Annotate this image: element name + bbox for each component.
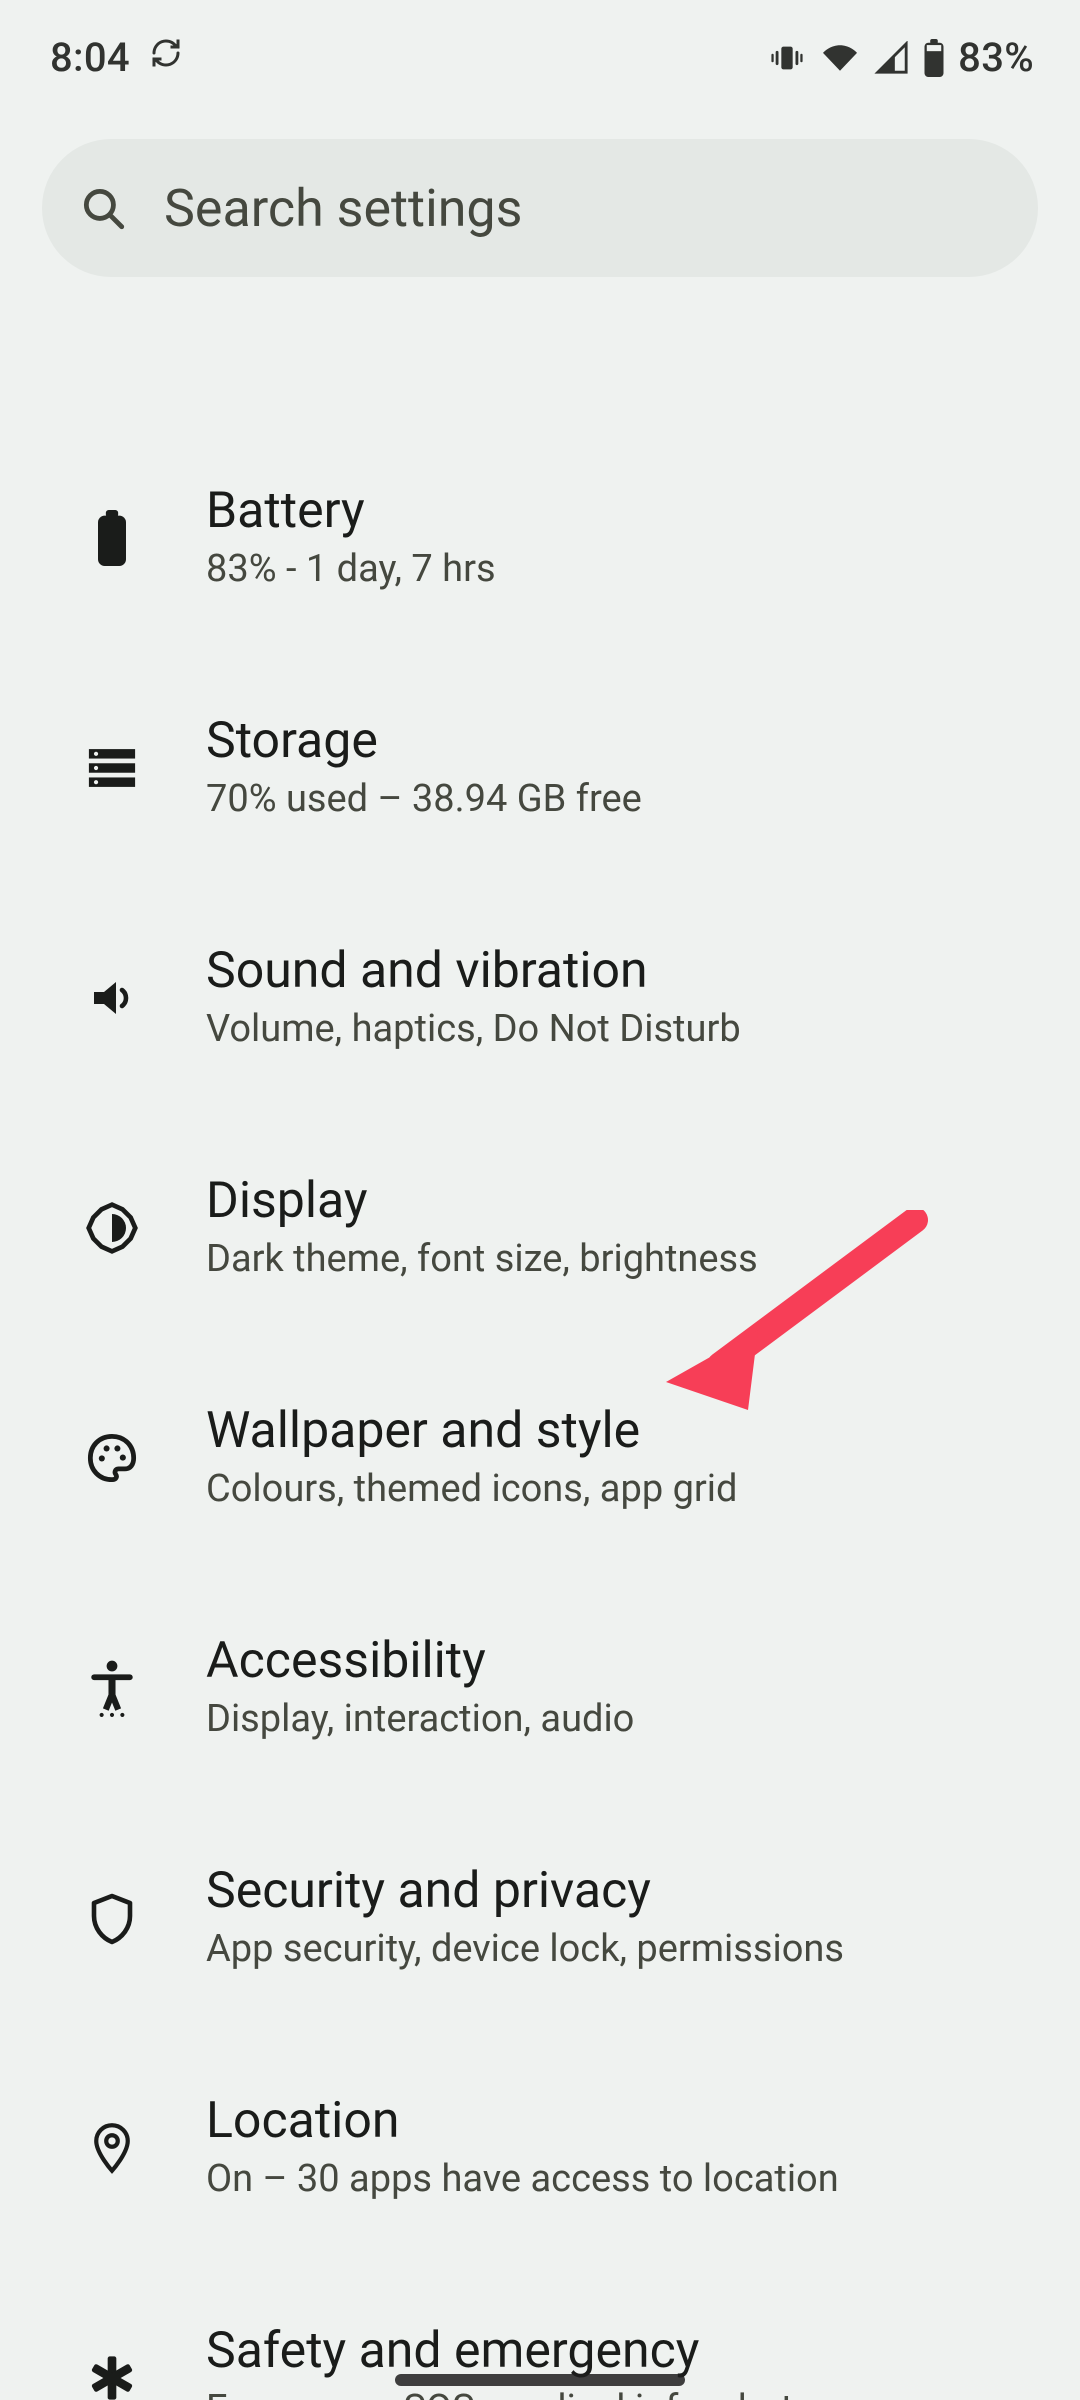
status-right: 83% [768,34,1034,81]
emergency-icon [82,2348,142,2400]
search-icon [78,183,128,233]
battery-icon [922,39,946,77]
palette-icon [82,1428,142,1488]
setting-title: Display [206,1173,758,1231]
status-left: 8:04 [50,34,184,81]
search-placeholder: Search settings [164,178,522,239]
setting-subtitle: Display, interaction, audio [206,1696,634,1744]
setting-subtitle: Emergency SOS, medical info, alerts [206,2386,813,2400]
setting-title: Accessibility [206,1633,634,1691]
setting-item-storage[interactable]: Storage 70% used – 38.94 GB free [0,653,1080,883]
setting-subtitle: Volume, haptics, Do Not Disturb [206,1006,741,1054]
setting-title: Location [206,2093,839,2151]
setting-title: Battery [206,483,496,541]
setting-item-wallpaper[interactable]: Wallpaper and style Colours, themed icon… [0,1343,1080,1573]
setting-title: Sound and vibration [206,943,741,1001]
vibrate-icon [768,41,806,75]
settings-list: Battery 83% - 1 day, 7 hrs Storage 70% u… [0,423,1080,2400]
status-time: 8:04 [50,34,130,81]
setting-title: Wallpaper and style [206,1403,737,1461]
search-container: Search settings [42,139,1038,277]
setting-subtitle: Dark theme, font size, brightness [206,1236,758,1284]
shield-icon [82,1888,142,1948]
sound-icon [82,968,142,1028]
setting-title: Security and privacy [206,1863,844,1921]
setting-subtitle: On – 30 apps have access to location [206,2156,839,2204]
status-battery-pct: 83% [958,34,1034,81]
setting-item-security[interactable]: Security and privacy App security, devic… [0,1803,1080,2033]
gesture-bar [395,2374,685,2386]
setting-subtitle: 70% used – 38.94 GB free [206,776,642,824]
setting-subtitle: Colours, themed icons, app grid [206,1466,737,1514]
storage-icon [82,738,142,798]
location-icon [82,2118,142,2178]
setting-item-location[interactable]: Location On – 30 apps have access to loc… [0,2033,1080,2263]
setting-subtitle: App security, device lock, permissions [206,1926,844,1974]
wifi-icon [818,41,862,75]
setting-item-battery[interactable]: Battery 83% - 1 day, 7 hrs [0,423,1080,653]
display-icon [82,1198,142,1258]
status-bar: 8:04 [0,0,1080,81]
setting-title: Storage [206,713,642,771]
setting-subtitle: 83% - 1 day, 7 hrs [206,546,496,594]
setting-item-sound[interactable]: Sound and vibration Volume, haptics, Do … [0,883,1080,1113]
setting-item-accessibility[interactable]: Accessibility Display, interaction, audi… [0,1573,1080,1803]
cell-icon [874,41,910,75]
setting-title: Safety and emergency [206,2323,813,2381]
battery-icon [82,508,142,568]
setting-item-display[interactable]: Display Dark theme, font size, brightnes… [0,1113,1080,1343]
sync-icon [148,34,184,81]
search-input[interactable]: Search settings [42,139,1038,277]
accessibility-icon [82,1658,142,1718]
